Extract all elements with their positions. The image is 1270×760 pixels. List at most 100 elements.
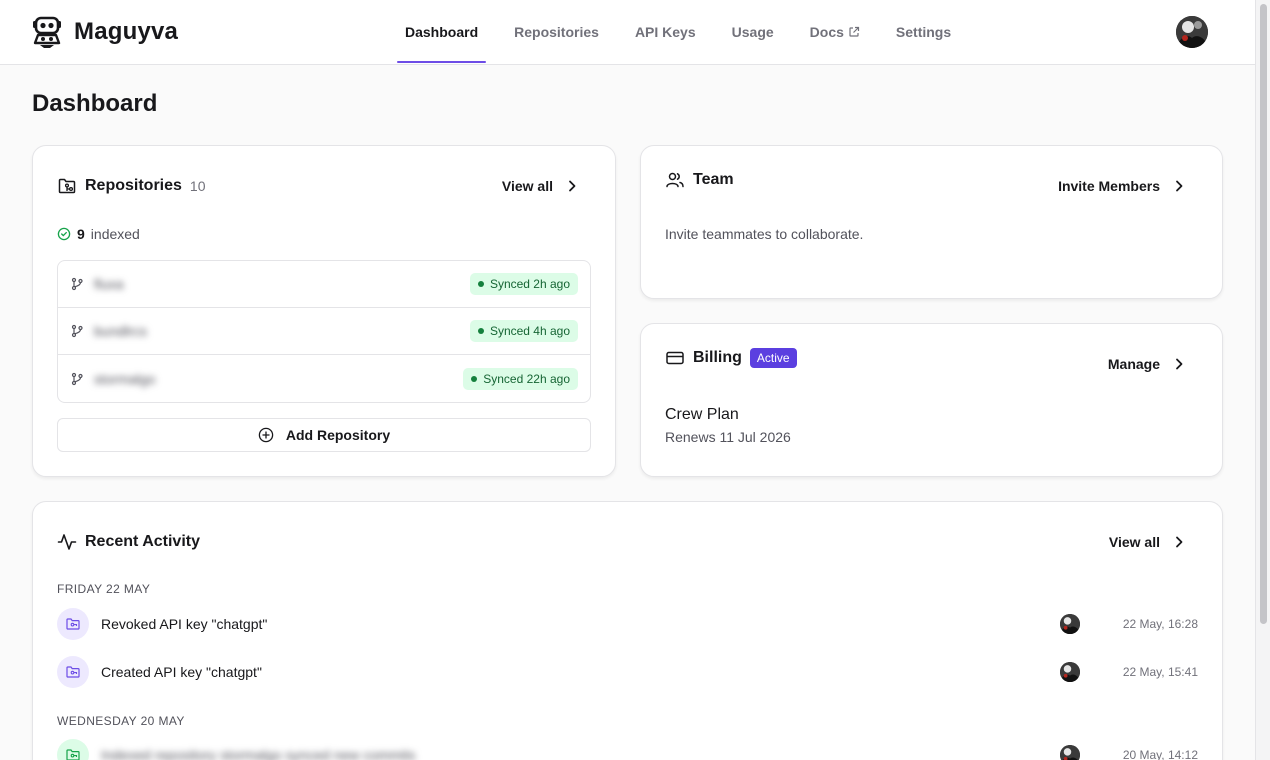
invite-members-button[interactable]: Invite Members <box>1058 178 1186 194</box>
user-avatar <box>1060 745 1080 760</box>
activity-item-icon <box>57 739 89 760</box>
repository-row[interactable]: stormalgo Synced 22h ago <box>58 355 590 402</box>
repository-list: fluxa Synced 2h ago bundlrcs Synced 4h a… <box>57 260 591 403</box>
status-dot <box>477 328 484 334</box>
user-avatar[interactable] <box>1176 16 1208 48</box>
activity-header: Recent Activity <box>57 532 200 552</box>
folder-key-icon <box>66 666 80 678</box>
repositories-title: Repositories <box>85 177 182 194</box>
repository-row[interactable]: fluxa Synced 2h ago <box>58 261 590 308</box>
chevron-right-icon <box>569 180 576 192</box>
check-circle-icon <box>57 227 71 241</box>
indexed-count: 9 <box>77 226 85 242</box>
plus-circle-icon <box>258 427 274 443</box>
renewal-date: Renews 11 Jul 2026 <box>665 429 791 445</box>
external-link-icon <box>849 26 860 37</box>
repository-row[interactable]: bundlrcs Synced 4h ago <box>58 308 590 355</box>
indexed-label: indexed <box>90 226 140 242</box>
activity-item-icon <box>57 608 89 640</box>
user-avatar <box>1060 614 1080 634</box>
credit-card-icon <box>666 351 684 365</box>
nav-usage-label: Usage <box>731 24 774 40</box>
nav-api-keys-label: API Keys <box>634 24 696 40</box>
activity-group-label: FRIDAY 22 MAY <box>57 582 151 596</box>
nav-dashboard-label: Dashboard <box>405 24 479 40</box>
repositories-card: Repositories 10 View all 9 indexed fluxa… <box>32 145 616 477</box>
users-icon <box>666 172 684 188</box>
app-logo[interactable]: Maguyva <box>32 15 178 49</box>
indexed-status: 9 indexed <box>57 226 140 242</box>
nav-usage[interactable]: Usage <box>724 0 782 64</box>
nav-repositories-label: Repositories <box>514 24 599 40</box>
nav-docs[interactable]: Docs <box>802 0 868 64</box>
team-title: Team <box>693 171 734 188</box>
sync-status-text: Synced 4h ago <box>489 324 570 338</box>
invite-members-label: Invite Members <box>1058 178 1160 194</box>
manage-billing-button[interactable]: Manage <box>1108 356 1186 372</box>
nav-repositories[interactable]: Repositories <box>506 0 607 64</box>
folder-git-icon <box>58 178 76 194</box>
activity-item-icon <box>57 656 89 688</box>
chevron-right-icon <box>1176 180 1183 192</box>
recent-activity-card: Recent Activity View all FRIDAY 22 MAY R… <box>32 501 1223 760</box>
repositories-count: 10 <box>189 178 206 194</box>
activity-icon <box>57 534 77 550</box>
repository-name[interactable]: stormalgo <box>94 371 155 387</box>
billing-title: Billing <box>693 349 742 366</box>
billing-status-badge: Active <box>749 348 797 368</box>
nav-dashboard[interactable]: Dashboard <box>397 0 487 64</box>
git-branch-icon <box>71 324 83 338</box>
repositories-header: Repositories 10 <box>57 176 206 196</box>
sync-status-badge: Synced 22h ago <box>463 367 578 390</box>
main-nav: Dashboard Repositories API Keys Usage Do… <box>397 0 979 64</box>
chevron-right-icon <box>1176 358 1183 370</box>
add-repository-button[interactable]: Add Repository <box>57 418 591 452</box>
team-card: Team Invite Members Invite teammates to … <box>640 145 1223 299</box>
git-branch-icon <box>71 277 83 291</box>
team-header: Team <box>665 170 734 190</box>
activity-group-label: WEDNESDAY 20 MAY <box>57 714 185 728</box>
sync-status-badge: Synced 4h ago <box>469 320 578 342</box>
activity-text: Created API key "chatgpt" <box>101 664 262 680</box>
activity-item[interactable]: Indexed repository stormalgo synced new … <box>57 739 1198 760</box>
activity-view-all-button[interactable]: View all <box>1109 534 1186 550</box>
repositories-view-all-button[interactable]: View all <box>502 178 579 194</box>
nav-settings[interactable]: Settings <box>888 0 959 64</box>
folder-sync-icon <box>66 749 80 760</box>
activity-item[interactable]: Created API key "chatgpt" 22 May, 15:41 <box>57 656 1198 688</box>
user-avatar <box>1060 662 1080 682</box>
robot-logo-icon <box>33 16 61 48</box>
view-all-label: View all <box>501 178 553 194</box>
manage-label: Manage <box>1107 356 1160 372</box>
activity-text: Revoked API key "chatgpt" <box>101 616 268 632</box>
activity-time: 22 May, 15:41 <box>1122 665 1198 679</box>
activity-title: Recent Activity <box>85 533 200 550</box>
billing-card: Billing Active Manage Crew Plan Renews 1… <box>640 323 1223 477</box>
plan-name: Crew Plan <box>665 406 739 423</box>
activity-text: Indexed repository stormalgo synced new … <box>101 747 416 760</box>
nav-settings-label: Settings <box>895 24 952 40</box>
activity-item[interactable]: Revoked API key "chatgpt" 22 May, 16:28 <box>57 608 1198 640</box>
sync-status-text: Synced 22h ago <box>483 371 570 386</box>
scrollbar-thumb[interactable] <box>1260 4 1267 624</box>
top-navigation-bar: Maguyva Dashboard Repositories API Keys … <box>0 0 1255 65</box>
app-name: Maguyva <box>74 18 179 45</box>
sync-status-text: Synced 2h ago <box>489 277 570 291</box>
git-branch-icon <box>71 372 83 385</box>
status-dot <box>477 281 484 287</box>
view-all-label: View all <box>1108 534 1160 550</box>
activity-time: 22 May, 16:28 <box>1122 617 1198 631</box>
nav-docs-label: Docs <box>809 24 844 40</box>
page-scrollbar[interactable] <box>1255 0 1270 760</box>
repository-name[interactable]: fluxa <box>94 276 124 292</box>
activity-time: 20 May, 14:12 <box>1122 748 1198 760</box>
chevron-right-icon <box>1176 536 1183 548</box>
nav-api-keys[interactable]: API Keys <box>627 0 704 64</box>
folder-key-icon <box>66 618 80 630</box>
team-description: Invite teammates to collaborate. <box>665 226 864 242</box>
status-dot <box>471 375 478 382</box>
billing-header: Billing Active <box>665 348 797 368</box>
sync-status-badge: Synced 2h ago <box>469 273 578 295</box>
repository-name[interactable]: bundlrcs <box>94 323 147 339</box>
add-repository-label: Add Repository <box>285 427 391 443</box>
